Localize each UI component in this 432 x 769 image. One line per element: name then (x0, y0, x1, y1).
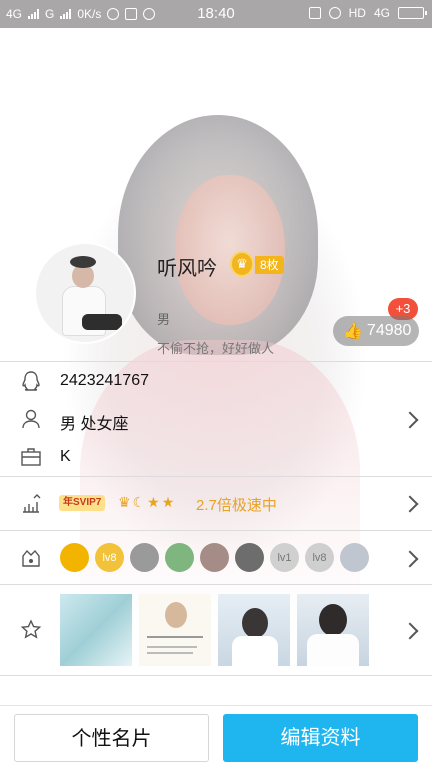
battery-icon (398, 7, 427, 19)
status-right: HD 4G (308, 6, 427, 20)
qq-penguin-badge (60, 543, 89, 572)
photo-wall (60, 594, 369, 666)
photo-text-line (147, 652, 193, 654)
avatar-legs (82, 314, 122, 330)
like-button[interactable]: 👍 74980 (333, 316, 419, 346)
svip-badge: 年SVIP7 (59, 495, 106, 511)
briefcase-icon (21, 448, 41, 466)
photo-text-line (147, 646, 197, 648)
status-bar: 4G G 0K/s 18:40 HD 4G (0, 0, 432, 28)
company-row[interactable]: K (0, 438, 432, 476)
profile-signature[interactable]: 不偷不抢，好好做人 (157, 338, 274, 357)
mute-icon (308, 7, 321, 19)
gender-zodiac-row[interactable]: 男 处女座 (0, 400, 432, 438)
profile-gender: 男 (157, 312, 171, 327)
diamond-badge: lv8 (95, 543, 124, 572)
like-count: 74980 (366, 322, 412, 339)
person-icon (22, 409, 40, 429)
gender-zodiac: 男 处女座 (60, 416, 129, 433)
nickname: 听风吟 (157, 258, 217, 280)
company-name: K (60, 448, 71, 465)
medal-crown-icon[interactable]: ♛ (230, 251, 254, 277)
edit-profile-button[interactable]: 编辑资料 (223, 714, 418, 762)
photo-thumbnail[interactable] (218, 594, 290, 666)
photo-person-body (307, 634, 359, 666)
avatar[interactable] (34, 242, 136, 344)
profile-card-button[interactable]: 个性名片 (14, 714, 209, 762)
alarm-icon (328, 7, 341, 19)
cover-photo-face (175, 175, 285, 325)
vip-speed-text: 2.7倍极速中 (196, 497, 277, 514)
medal-count-badge[interactable]: 8枚 (255, 256, 284, 274)
vip-level-icons: ♛ ☾ ★ ★ (118, 494, 174, 511)
photo-thumbnail[interactable] (297, 594, 369, 666)
photo-text-line (147, 636, 203, 638)
badge-box-icon (22, 549, 40, 567)
star-badge (340, 543, 369, 572)
crown-icon: ♛ (118, 494, 131, 510)
crown-penguin-badge (235, 543, 264, 572)
network-4g-right-label: 4G (373, 6, 390, 20)
divider (0, 675, 432, 676)
photo-thumbnail[interactable] (139, 594, 211, 666)
growth-chart-icon (23, 494, 41, 513)
avatar-hair (70, 256, 96, 268)
photo-person-head (319, 604, 347, 636)
chevron-right-icon (401, 411, 419, 429)
photo-person-body (232, 636, 278, 666)
penguin-gray-badge (130, 543, 159, 572)
photo-thumbnail[interactable] (60, 594, 132, 666)
penguin-icon (22, 371, 40, 391)
penguin-green-badge (165, 543, 194, 572)
penguin-red-badge (200, 543, 229, 572)
cloud-badge: lv1 (270, 543, 299, 572)
hd-label: HD (348, 6, 366, 20)
star-icon: ★ (147, 494, 160, 510)
star-outline-icon (20, 619, 42, 639)
qq-number: 2423241767 (60, 372, 149, 389)
badge-list: lv8 lv1 lv8 (60, 543, 369, 572)
photo-person-head (165, 602, 187, 628)
thumbs-up-icon: 👍 (343, 323, 363, 340)
photo-person-head (242, 608, 268, 638)
bottom-action-bar: 个性名片 编辑资料 (0, 705, 432, 769)
moon-icon: ☾ (132, 494, 146, 510)
silver-diamond-badge: lv8 (305, 543, 334, 572)
star-icon: ★ (161, 494, 175, 510)
qq-number-row[interactable]: 2423241767 (0, 362, 432, 400)
